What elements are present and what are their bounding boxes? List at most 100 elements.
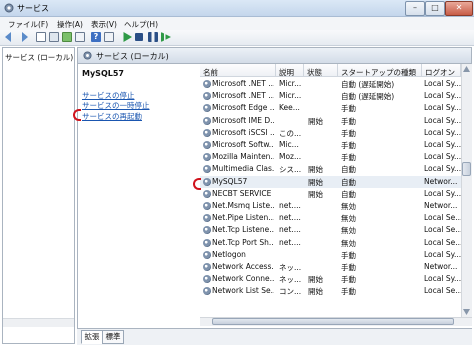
table-row[interactable]: Microsoft .NET ... Micr... 自動 (遅延開始) Local … — [200, 78, 461, 90]
table-row[interactable]: Multimedia Clas... シス... 開始 自動 Local Sy... — [200, 163, 461, 175]
service-gear-icon — [203, 104, 211, 113]
column-header-logon[interactable]: ログオン — [422, 64, 461, 77]
table-row[interactable]: Net.Tcp Listene... net.... 無効 Local Se... — [200, 224, 461, 236]
row-logon: Local Sy... — [424, 164, 461, 174]
service-gear-icon — [203, 250, 211, 259]
tab-extended[interactable]: 拡張 — [81, 330, 103, 344]
help-icon[interactable]: ? — [91, 32, 101, 42]
row-startup-type: 無効 — [341, 226, 356, 236]
menu-help[interactable]: ヘルプ(H) — [124, 19, 158, 30]
row-status: 開始 — [308, 275, 323, 285]
title-bar — [0, 0, 474, 17]
row-description: net.... — [279, 213, 301, 223]
row-logon: Networ... — [424, 262, 458, 271]
table-row[interactable]: Microsoft Softw... Mic... 手動 Local Sy... — [200, 139, 461, 151]
row-name: Microsoft IME D... — [212, 115, 274, 125]
row-startup-type: 手動 — [341, 128, 356, 138]
row-logon: Networ... — [424, 201, 458, 210]
service-gear-icon — [203, 189, 211, 198]
stop-service-icon[interactable] — [135, 33, 143, 41]
row-name: Netlogon — [212, 249, 246, 259]
row-description: ネッ... — [279, 263, 302, 272]
row-name: Net.Pipe Listen... — [212, 213, 274, 223]
row-startup-type: 手動 — [341, 287, 356, 297]
table-row[interactable]: Microsoft IME D... 開始 手動 Local Sy... — [200, 115, 461, 127]
row-description: コン... — [279, 287, 302, 297]
row-description: Micr... — [279, 79, 302, 88]
pause-service-icon[interactable] — [148, 32, 158, 42]
column-header-status[interactable]: 状態 — [304, 64, 338, 77]
table-row[interactable]: Microsoft iSCSI ... この... 手動 Local Sy... — [200, 127, 461, 139]
menu-file[interactable]: ファイル(F) — [8, 19, 48, 30]
table-row[interactable]: Microsoft .NET ... Micr... 自動 (遅延開始) Local … — [200, 90, 461, 102]
refresh-icon[interactable] — [62, 32, 72, 42]
row-status: 開始 — [308, 165, 323, 175]
export-list-icon[interactable] — [75, 32, 85, 42]
table-row[interactable]: NECBT SERVICE 開始 自動 Local Sy... — [200, 188, 461, 200]
table-row[interactable]: Network Access... ネッ... 手動 Networ... — [200, 261, 461, 273]
properties-icon[interactable] — [49, 32, 59, 42]
row-name: Net.Msmq Liste... — [212, 201, 274, 210]
row-name: Network Access... — [212, 262, 274, 271]
table-row[interactable]: Netlogon 手動 Local Sy... — [200, 249, 461, 261]
row-startup-type: 自動 — [341, 177, 356, 187]
list-vertical-scrollbar[interactable] — [461, 64, 472, 317]
table-row[interactable]: Net.Msmq Liste... net.... 無効 Networ... — [200, 200, 461, 212]
row-logon: Local Se... — [424, 213, 461, 223]
table-row[interactable]: MySQL57 開始 自動 Networ... — [200, 175, 461, 188]
window-title: サービス — [17, 4, 49, 13]
horizontal-scroll-thumb[interactable] — [212, 318, 454, 325]
table-row[interactable]: Network List Se... コン... 開始 手動 Local Se... — [200, 285, 461, 297]
service-gear-icon — [203, 202, 211, 210]
column-header-description[interactable]: 説明 — [276, 64, 304, 77]
row-logon: Local Sy... — [424, 152, 461, 162]
show-console-tree-icon[interactable] — [36, 32, 46, 42]
row-startup-type: 自動 (遅延開始) — [341, 80, 395, 89]
row-description: net.... — [279, 225, 301, 235]
row-name: MySQL57 — [212, 176, 248, 186]
service-gear-icon — [203, 116, 211, 125]
tab-standard[interactable]: 標準 — [102, 330, 124, 344]
column-header-startup-type[interactable]: スタートアップの種類 — [338, 64, 422, 77]
table-row[interactable]: Network Conne... ネッ... 開始 手動 Local Sy... — [200, 273, 461, 285]
row-description: net.... — [279, 237, 301, 247]
row-logon: Networ... — [424, 176, 458, 186]
tree-item-services-local[interactable]: サービス (ローカル) — [5, 52, 73, 63]
service-gear-icon — [203, 177, 211, 186]
row-description: net.... — [279, 201, 301, 210]
service-gear-icon — [203, 165, 211, 174]
row-name: Microsoft iSCSI ... — [212, 127, 274, 137]
vertical-scroll-thumb[interactable] — [462, 162, 471, 176]
row-startup-type: 手動 — [341, 116, 356, 126]
row-name: Net.Tcp Port Sh... — [212, 237, 274, 247]
row-logon: Local Sy... — [424, 140, 461, 149]
pause-service-link[interactable]: サービスの一時停止 — [82, 100, 150, 111]
view-icon[interactable] — [104, 32, 114, 42]
row-description: ネッ... — [279, 275, 302, 285]
row-description: Micr... — [279, 91, 302, 101]
row-startup-type: 手動 — [341, 263, 356, 272]
row-logon: Local Se... — [424, 237, 461, 247]
close-button[interactable]: ✕ — [445, 1, 473, 16]
services-app-icon — [4, 3, 14, 13]
row-logon: Local Sy... — [424, 103, 461, 113]
tree-horizontal-scrollbar[interactable] — [3, 318, 74, 327]
column-header-name[interactable]: 名前 — [200, 64, 276, 77]
service-gear-icon — [203, 141, 211, 149]
row-startup-type: 手動 — [341, 250, 356, 260]
row-status: 開始 — [308, 189, 323, 199]
row-description: Moz... — [279, 152, 302, 162]
table-row[interactable]: Microsoft Edge ... Kee... 手動 Local Sy... — [200, 102, 461, 114]
menu-view[interactable]: 表示(V) — [91, 19, 117, 30]
selected-service-name: MySQL57 — [82, 69, 124, 78]
table-row[interactable]: Net.Tcp Port Sh... net.... 無効 Local Se... — [200, 237, 461, 249]
row-startup-type: 自動 — [341, 189, 356, 199]
row-name: Network Conne... — [212, 274, 274, 284]
table-row[interactable]: Net.Pipe Listen... net.... 無効 Local Se... — [200, 212, 461, 224]
table-row[interactable]: Mozilla Mainten... Moz... 手動 Local Sy... — [200, 151, 461, 163]
minimize-button[interactable]: – — [405, 1, 425, 16]
restart-service-link[interactable]: サービスの再起動 — [82, 111, 142, 122]
maximize-button[interactable]: □ — [425, 1, 445, 16]
row-logon: Local Sy... — [424, 115, 461, 125]
menu-action[interactable]: 操作(A) — [57, 19, 83, 30]
